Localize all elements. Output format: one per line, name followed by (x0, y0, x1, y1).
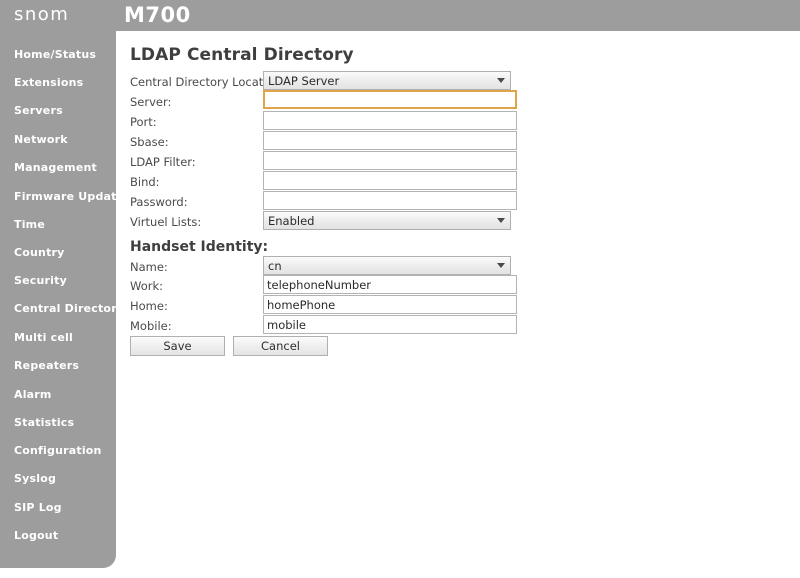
sidebar-item-central-directory[interactable]: Central Directory (14, 302, 124, 315)
sidebar-item-firmware-update[interactable]: Firmware Update (14, 190, 124, 203)
select-name[interactable]: cn (263, 256, 511, 275)
label-central-directory-location: Central Directory Location: (130, 75, 285, 89)
select-virtuel-lists[interactable]: Enabled (263, 211, 511, 230)
sidebar-item-sip-log[interactable]: SIP Log (14, 501, 62, 514)
chevron-down-icon (497, 78, 505, 83)
page-model-title: M700 (124, 3, 191, 27)
label-server: Server: (130, 95, 172, 109)
input-work[interactable] (263, 275, 517, 294)
sidebar-item-syslog[interactable]: Syslog (14, 472, 56, 485)
sidebar-item-servers[interactable]: Servers (14, 104, 63, 117)
sidebar-item-network[interactable]: Network (14, 133, 68, 146)
cancel-button[interactable]: Cancel (233, 336, 328, 356)
app-root: snom M700 Home/Status Extensions Servers… (0, 0, 800, 578)
sidebar-item-time[interactable]: Time (14, 218, 45, 231)
sidebar-item-country[interactable]: Country (14, 246, 65, 259)
app-header: snom M700 (0, 0, 800, 31)
sidebar-item-alarm[interactable]: Alarm (14, 388, 52, 401)
chevron-down-icon (497, 263, 505, 268)
select-central-directory-location[interactable]: LDAP Server (263, 71, 511, 90)
label-virtuel-lists: Virtuel Lists: (130, 215, 202, 229)
label-ldap-filter: LDAP Filter: (130, 155, 196, 169)
sidebar-item-statistics[interactable]: Statistics (14, 416, 74, 429)
input-sbase[interactable] (263, 131, 517, 150)
sidebar-item-home-status[interactable]: Home/Status (14, 48, 96, 61)
label-mobile: Mobile: (130, 319, 172, 333)
section-title-handset-identity: Handset Identity: (130, 239, 269, 255)
select-virtuel-lists-value: Enabled (268, 214, 315, 228)
snom-logo: snom (14, 4, 70, 25)
sidebar-item-extensions[interactable]: Extensions (14, 76, 83, 89)
select-name-value: cn (268, 259, 282, 273)
input-mobile[interactable] (263, 315, 517, 334)
label-name: Name: (130, 260, 168, 274)
input-home[interactable] (263, 295, 517, 314)
label-bind: Bind: (130, 175, 160, 189)
main-content: LDAP Central Directory Central Directory… (116, 31, 800, 578)
page-title: LDAP Central Directory (130, 45, 354, 65)
label-home: Home: (130, 299, 168, 313)
input-server[interactable] (263, 90, 517, 109)
sidebar-navigation: Home/Status Extensions Servers Network M… (0, 31, 124, 568)
sidebar-item-repeaters[interactable]: Repeaters (14, 359, 79, 372)
select-central-directory-location-value: LDAP Server (268, 74, 340, 88)
input-port[interactable] (263, 111, 517, 130)
label-work: Work: (130, 279, 163, 293)
label-password: Password: (130, 195, 188, 209)
sidebar-item-multi-cell[interactable]: Multi cell (14, 331, 73, 344)
input-bind[interactable] (263, 171, 517, 190)
sidebar-item-security[interactable]: Security (14, 274, 67, 287)
sidebar-item-management[interactable]: Management (14, 161, 97, 174)
label-sbase: Sbase: (130, 135, 169, 149)
sidebar-item-configuration[interactable]: Configuration (14, 444, 102, 457)
input-ldap-filter[interactable] (263, 151, 517, 170)
label-port: Port: (130, 115, 157, 129)
input-password[interactable] (263, 191, 517, 210)
chevron-down-icon (497, 218, 505, 223)
sidebar-item-logout[interactable]: Logout (14, 529, 58, 542)
save-button[interactable]: Save (130, 336, 225, 356)
